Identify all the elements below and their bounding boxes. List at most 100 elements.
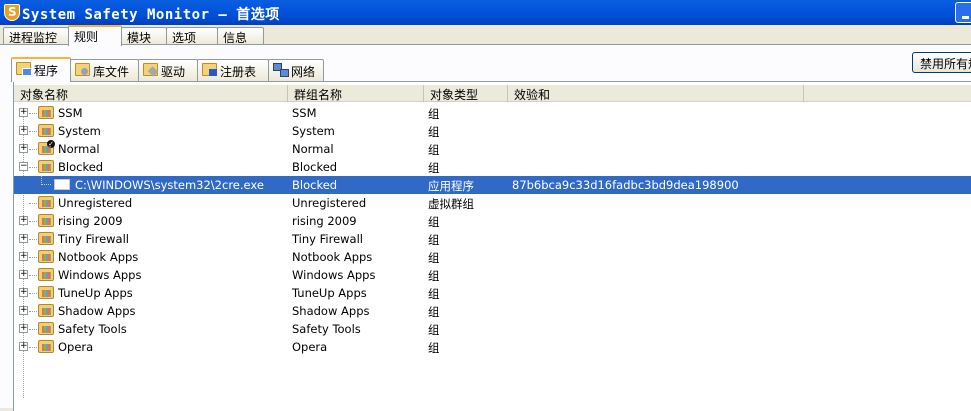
group-folder-icon: [38, 160, 54, 173]
table-row[interactable]: + TuneUp Apps TuneUp Apps 组: [14, 284, 971, 302]
subtab-label: 库文件: [93, 65, 130, 79]
table-row[interactable]: + SSM SSM 组: [14, 104, 971, 122]
column-header: [804, 85, 971, 102]
disable-all-rules-button[interactable]: 禁用所有规: [912, 52, 971, 73]
object-type: 组: [428, 215, 440, 229]
object-name: Safety Tools: [58, 322, 127, 336]
library-icon: [75, 63, 90, 76]
object-group: Notbook Apps: [292, 250, 373, 264]
collapse-icon[interactable]: −: [19, 162, 28, 171]
registry-icon: [202, 63, 217, 76]
tree-line: [29, 131, 37, 132]
tree-line: [29, 149, 37, 150]
tree-line: [29, 293, 37, 294]
tab-3[interactable]: 选项: [166, 27, 218, 45]
table-row[interactable]: Unregistered Unregistered 虚拟群组: [14, 194, 971, 212]
object-name: Unregistered: [58, 196, 133, 210]
list-header: 对象名称 群组名称 对象类型 效验和: [14, 85, 971, 102]
tree-line: [29, 167, 37, 168]
rules-tree-list[interactable]: 对象名称 群组名称 对象类型 效验和 + SSM SSM 组 + System System 组 + ✓…: [13, 81, 971, 411]
table-row[interactable]: + Notbook Apps Notbook Apps 组: [14, 248, 971, 266]
table-row[interactable]: + Tiny Firewall Tiny Firewall 组: [14, 230, 971, 248]
object-type: 虚拟群组: [428, 197, 474, 211]
object-group: Opera: [292, 340, 328, 354]
subtab-1[interactable]: 库文件: [70, 59, 139, 81]
table-row[interactable]: + Opera Opera 组: [14, 338, 971, 356]
minimize-icon: [962, 16, 969, 19]
driver-icon: [143, 63, 158, 76]
object-type: 组: [428, 287, 440, 301]
object-checksum: 87b6bca9c33d16fadbc3bd9dea198900: [512, 178, 739, 192]
group-folder-icon: [38, 268, 54, 281]
tree-line: [29, 239, 37, 240]
expand-icon[interactable]: +: [19, 108, 28, 117]
program-icon: [16, 62, 32, 76]
tab-0[interactable]: 进程监控器: [3, 27, 69, 62]
expand-icon[interactable]: +: [19, 144, 28, 153]
object-name: Notbook Apps: [58, 250, 139, 264]
object-group: Normal: [292, 142, 334, 156]
expand-icon[interactable]: +: [19, 270, 28, 279]
rules-panel: 程序 库文件 驱动 注册表 网络 禁用所有规 对象名称群组名称对象类型效验和 + SSM S…: [0, 44, 971, 411]
group-folder-icon: [38, 286, 54, 299]
column-header[interactable]: 对象类型: [424, 85, 508, 102]
exe-file-icon: [54, 179, 70, 190]
expand-icon[interactable]: +: [19, 342, 28, 351]
table-row[interactable]: − Blocked Blocked 组: [14, 158, 971, 176]
tree-line: [29, 257, 37, 258]
tree-line: [29, 347, 37, 348]
expand-icon[interactable]: +: [19, 306, 28, 315]
group-folder-icon: [38, 304, 54, 317]
subtab-label: 程序: [34, 64, 59, 78]
tree-line: [41, 176, 51, 185]
object-group: Windows Apps: [292, 268, 376, 282]
table-row[interactable]: C:\WINDOWS\system32\2cre.exe Blocked 应用程序 8…: [14, 176, 971, 194]
object-type: 组: [428, 161, 440, 175]
object-type: 组: [428, 323, 440, 337]
object-group: Safety Tools: [292, 322, 361, 336]
object-group: SSM: [292, 106, 317, 120]
column-header[interactable]: 效验和: [508, 85, 804, 102]
column-header[interactable]: 对象名称: [14, 85, 288, 102]
network-icon: [273, 63, 289, 77]
tab-4[interactable]: 信息: [217, 27, 264, 45]
expand-icon[interactable]: +: [19, 324, 28, 333]
column-header[interactable]: 群组名称: [288, 85, 424, 102]
tree-line: [29, 203, 37, 204]
expand-icon[interactable]: +: [19, 234, 28, 243]
expand-icon[interactable]: +: [19, 126, 28, 135]
object-type: 组: [428, 233, 440, 247]
expand-icon[interactable]: +: [19, 288, 28, 297]
minimize-button[interactable]: [955, 2, 971, 23]
expand-icon[interactable]: +: [19, 252, 28, 261]
window-title: System Safety Monitor — 首选项: [22, 7, 280, 23]
object-type: 组: [428, 107, 440, 121]
table-row[interactable]: + ✓ Normal Normal 组: [14, 140, 971, 158]
expand-icon[interactable]: +: [19, 216, 28, 225]
checkmark-badge-icon: ✓: [47, 140, 55, 148]
table-row[interactable]: + System System 组: [14, 122, 971, 140]
tab-2[interactable]: 模块: [121, 27, 167, 45]
tab-1[interactable]: 规则: [68, 25, 122, 46]
subtab-4[interactable]: 网络: [268, 59, 324, 81]
table-row[interactable]: + rising 2009 rising 2009 组: [14, 212, 971, 230]
object-name: rising 2009: [58, 214, 123, 228]
tree-line: [29, 113, 37, 114]
object-type: 组: [428, 143, 440, 157]
table-row[interactable]: + Windows Apps Windows Apps 组: [14, 266, 971, 284]
subtab-label: 网络: [291, 65, 316, 79]
object-name: Opera: [58, 340, 94, 354]
table-row[interactable]: + Shadow Apps Shadow Apps 组: [14, 302, 971, 320]
table-row[interactable]: + Safety Tools Safety Tools 组: [14, 320, 971, 338]
object-name: System: [58, 124, 101, 138]
subtab-2[interactable]: 驱动: [138, 59, 198, 81]
object-type: 组: [428, 305, 440, 319]
subtab-3[interactable]: 注册表: [197, 59, 269, 81]
group-folder-icon: [38, 250, 54, 263]
object-name: Shadow Apps: [58, 304, 136, 318]
object-group: Shadow Apps: [292, 304, 370, 318]
object-group: Blocked: [292, 160, 338, 174]
subtab-0[interactable]: 程序: [11, 57, 71, 82]
group-folder-icon: [38, 106, 54, 119]
title-bar: S System Safety Monitor — 首选项: [0, 0, 971, 25]
